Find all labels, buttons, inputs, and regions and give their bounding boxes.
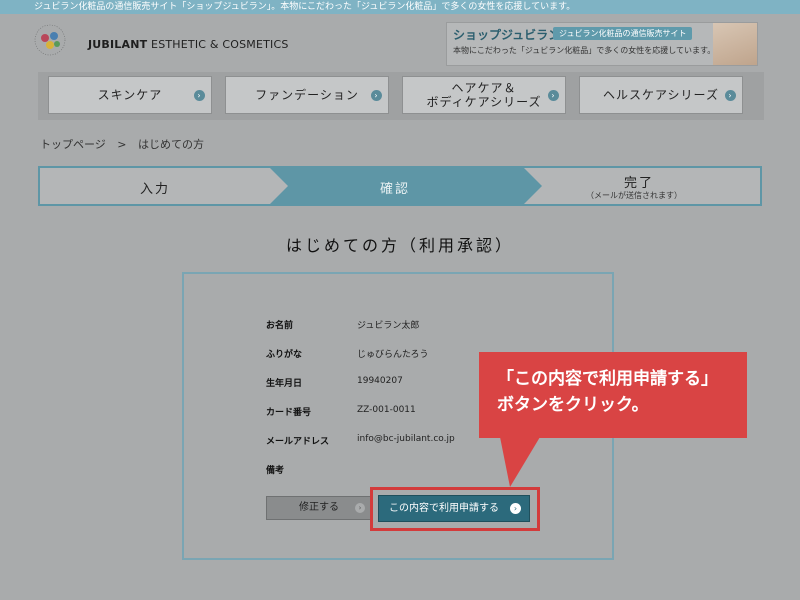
edit-button-label: 修正する — [299, 502, 339, 513]
promo-title: ショップジュビラン — [453, 28, 561, 42]
chevron-right-icon: › — [725, 90, 736, 101]
field-label-email: メールアドレス — [266, 437, 330, 447]
step-confirm: 確認 — [380, 182, 411, 197]
nav-item-healthcare[interactable]: ヘルスケアシリーズ › — [579, 76, 743, 114]
apply-button[interactable]: この内容で利用申請する › — [378, 495, 530, 522]
edit-button[interactable]: 修正する › — [266, 496, 372, 520]
breadcrumb: トップページ > はじめての方 — [40, 136, 204, 152]
field-label-card-number: カード番号 — [266, 408, 312, 418]
field-value-card-number: ZZ-001-0011 — [357, 405, 416, 415]
field-value-furigana: じゅびらんたろう — [357, 350, 429, 360]
nav-item-label: ファンデーション — [255, 88, 359, 102]
promo-description: 本物にこだわった「ジュビラン化粧品」で多くの女性を応援しています。 — [453, 46, 716, 55]
promo-badge: ジュビラン化粧品の通信販売サイト — [553, 27, 693, 40]
nav-item-skincare[interactable]: スキンケア › — [48, 76, 212, 114]
nav-item-label: ヘアケア＆ ボディケアシリーズ — [426, 81, 542, 109]
brand-logo-icon[interactable] — [32, 20, 68, 58]
breadcrumb-current: はじめての方 — [138, 138, 204, 151]
step-input: 入力 — [140, 182, 171, 197]
nav-item-label: ヘルスケアシリーズ — [603, 88, 719, 102]
field-label-furigana: ふりがな — [266, 350, 303, 360]
chevron-right-icon: › — [548, 90, 559, 101]
nav-item-haircare-bodycare[interactable]: ヘアケア＆ ボディケアシリーズ › — [402, 76, 566, 114]
field-label-birthdate: 生年月日 — [266, 379, 303, 389]
shop-promo-banner[interactable]: ショップジュビラン ジュビラン化粧品の通信販売サイト 本物にこだわった「ジュビラ… — [446, 22, 758, 66]
nav-item-label: スキンケア — [97, 88, 163, 102]
callout-line-2: ボタンをクリック。 — [497, 395, 649, 415]
chevron-right-icon: › — [371, 90, 382, 101]
field-label-notes: 備考 — [266, 466, 285, 476]
progress-steps: 入力 確認 完了 （メールが送信されます） — [38, 166, 762, 206]
field-value-email: info@bc-jubilant.co.jp — [357, 434, 455, 444]
step-arrow-right — [524, 168, 542, 204]
step-complete: 完了 — [624, 176, 655, 191]
chevron-right-icon: › — [355, 503, 365, 513]
brand-name-main: JUBILANT — [88, 38, 148, 51]
breadcrumb-home-link[interactable]: トップページ — [40, 138, 106, 151]
callout-pointer — [500, 437, 540, 487]
field-value-name: ジュビラン太郎 — [357, 321, 420, 331]
instruction-callout: 「この内容で利用申請する」 ボタンをクリック。 — [479, 352, 747, 438]
field-value-birthdate: 19940207 — [357, 376, 403, 386]
page-title: はじめての方（利用承認） — [285, 236, 514, 255]
chevron-right-icon: › — [510, 503, 521, 514]
brand-tagline: ESTHETIC & COSMETICS — [151, 38, 289, 51]
brand-name[interactable]: JUBILANT ESTHETIC & COSMETICS — [88, 38, 289, 51]
model-photo — [713, 23, 757, 65]
step-arrow-left — [270, 168, 288, 204]
apply-button-label: この内容で利用申請する — [389, 503, 499, 514]
field-label-name: お名前 — [266, 321, 294, 331]
callout-line-1: 「この内容で利用申請する」 — [497, 369, 718, 389]
nav-item-foundation[interactable]: ファンデーション › — [225, 76, 389, 114]
step-complete-note: （メールが送信されます） — [586, 191, 682, 200]
site-announcement-bar: ジュビラン化粧品の通信販売サイト「ショップジュビラン」。本物にこだわった「ジュビ… — [0, 0, 800, 14]
chevron-right-icon: › — [194, 90, 205, 101]
breadcrumb-separator: > — [117, 138, 127, 151]
